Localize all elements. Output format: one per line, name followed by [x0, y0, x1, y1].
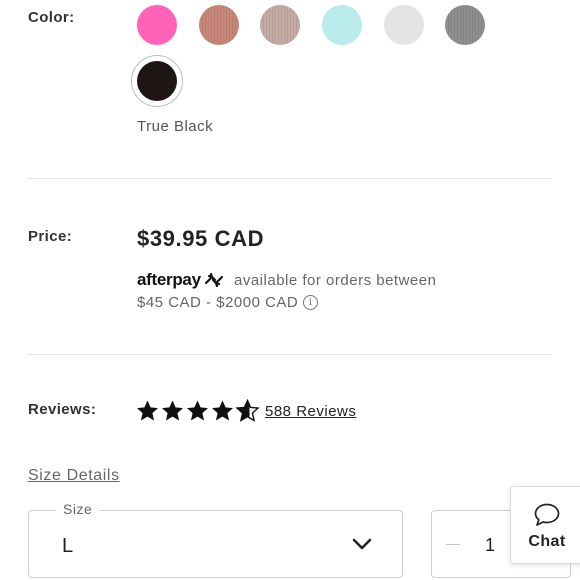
swatch-pink[interactable] [137, 5, 177, 45]
reviews-label: Reviews: [28, 401, 97, 418]
size-selected-value: L [62, 535, 74, 557]
reviews-count-link[interactable]: 588 Reviews [265, 403, 356, 420]
chevron-down-icon[interactable] [352, 537, 372, 551]
decrement-icon[interactable] [446, 544, 460, 545]
rating-stars[interactable] [135, 399, 260, 423]
selected-color-name: True Black [137, 118, 214, 135]
swatch-rose-brown[interactable] [199, 5, 239, 45]
chat-bubble-icon [534, 503, 560, 526]
afterpay-availability-text: available for orders between [234, 272, 437, 289]
swatch-true-black-fill [137, 61, 177, 101]
star-full-icon [162, 400, 183, 421]
swatch-taupe[interactable] [260, 5, 300, 45]
afterpay-arrows-icon [204, 272, 223, 288]
star-full-icon [187, 400, 208, 421]
price-value: $39.95 CAD [137, 226, 265, 251]
star-half-icon [235, 399, 260, 422]
swatch-true-black-selected[interactable] [131, 55, 183, 107]
afterpay-range: $45 CAD - $2000 CAD i [137, 294, 319, 311]
price-label: Price: [28, 228, 73, 245]
info-icon[interactable]: i [303, 295, 319, 310]
color-label: Color: [28, 9, 75, 26]
star-full-icon [212, 400, 233, 421]
afterpay-range-text: $45 CAD - $2000 CAD [137, 294, 299, 311]
star-full-icon [137, 400, 158, 421]
afterpay-logo: afterpay [137, 270, 225, 290]
swatch-heather-grey[interactable] [445, 5, 485, 45]
chat-label: Chat [528, 533, 566, 550]
size-select-label: Size [56, 501, 100, 517]
chat-button[interactable]: Chat [510, 486, 580, 564]
divider [28, 178, 552, 179]
divider [28, 354, 552, 355]
size-details-link[interactable]: Size Details [28, 467, 120, 485]
afterpay-logo-text: afterpay [137, 270, 201, 289]
swatch-aqua[interactable] [322, 5, 362, 45]
swatch-light-grey[interactable] [384, 5, 424, 45]
size-select[interactable] [28, 510, 403, 578]
quantity-value[interactable]: 1 [485, 535, 495, 556]
